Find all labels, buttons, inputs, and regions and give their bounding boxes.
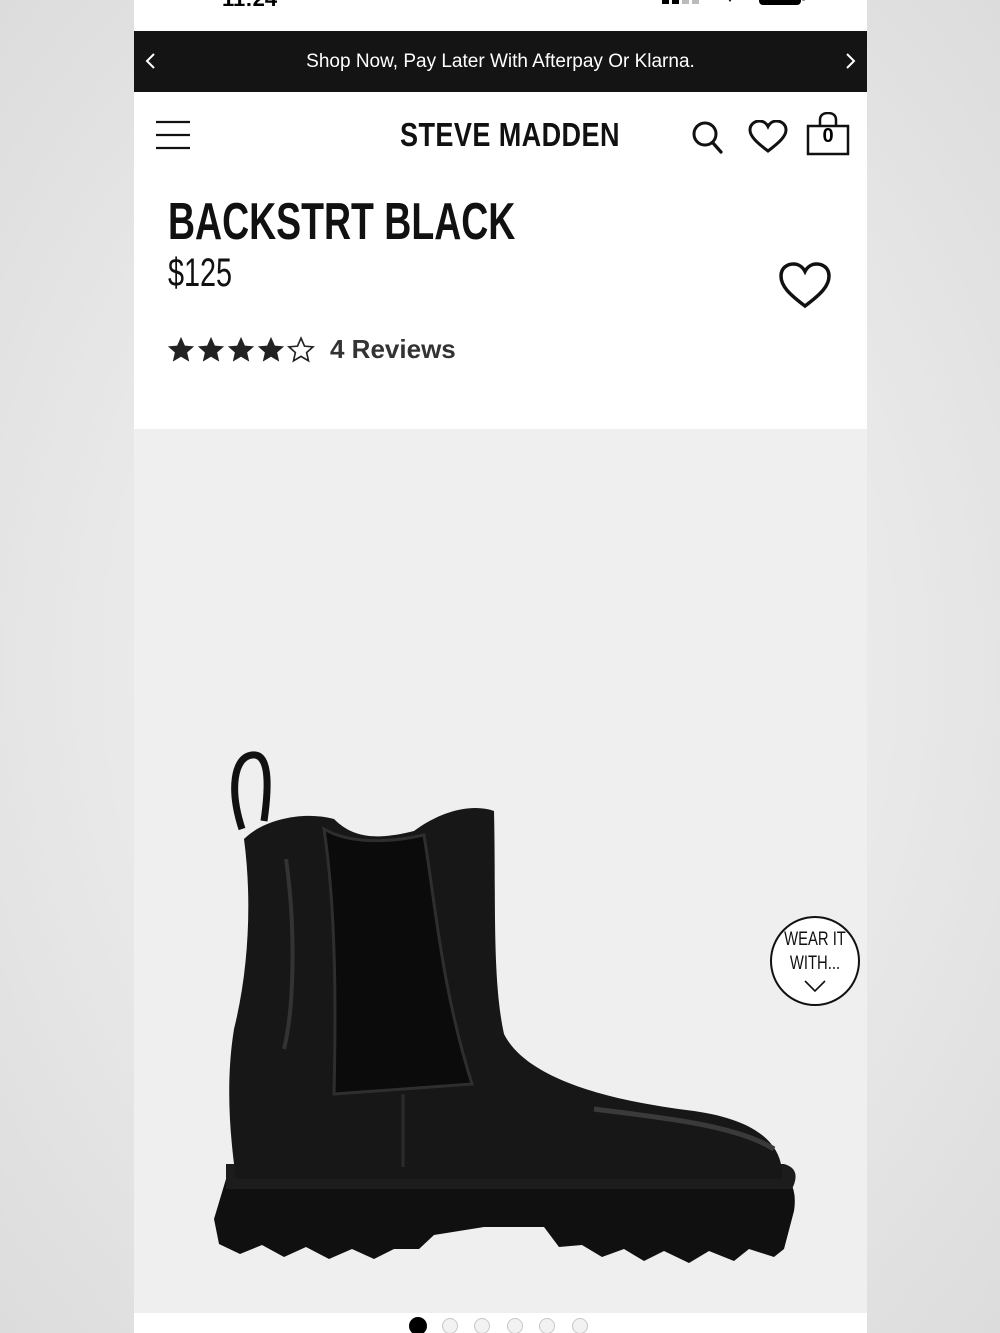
gallery-dot[interactable] — [506, 1318, 523, 1333]
wear-it-line1: WEAR IT — [784, 929, 846, 950]
gallery-pagination — [134, 1313, 867, 1333]
star-empty-icon — [287, 335, 315, 363]
status-bar: 11:24 — [134, 0, 867, 31]
cart-count-badge: 0 — [822, 125, 834, 147]
brand-logo[interactable]: STEVE MADDEN — [400, 116, 620, 154]
star-filled-icon — [167, 336, 195, 362]
battery-icon — [759, 0, 805, 5]
product-price: $125 — [168, 251, 233, 295]
chevron-right-icon[interactable] — [838, 49, 862, 73]
gallery-dot[interactable] — [441, 1318, 458, 1333]
status-time: 11:24 — [222, 0, 277, 12]
product-boot-image — [214, 751, 796, 1263]
chevron-left-icon[interactable] — [139, 49, 163, 73]
wear-it-with-button[interactable]: WEAR IT WITH... — [770, 916, 860, 1006]
heart-icon[interactable] — [748, 120, 788, 154]
add-to-wishlist-heart-icon[interactable] — [778, 262, 832, 310]
search-icon[interactable] — [691, 120, 723, 154]
product-image-gallery[interactable]: WEAR IT WITH... — [134, 429, 867, 1313]
star-filled-icon — [197, 336, 225, 362]
chevron-down-icon — [804, 980, 826, 992]
promo-text: Shop Now, Pay Later With Afterpay Or Kla… — [306, 50, 695, 72]
promo-banner[interactable]: Shop Now, Pay Later With Afterpay Or Kla… — [134, 31, 867, 92]
phone-screen: 11:24 Shop Now, Pay Later With Afterpay … — [134, 0, 867, 1333]
star-filled-icon — [257, 336, 285, 362]
star-filled-icon — [227, 336, 255, 362]
wear-it-line2: WITH... — [789, 953, 841, 974]
star-rating[interactable]: 4 Reviews — [166, 334, 456, 365]
hamburger-menu-icon[interactable] — [156, 120, 190, 150]
site-header: STEVE MADDEN 0 — [134, 92, 867, 180]
product-title: BACKSTRT BLACK — [168, 193, 516, 251]
reviews-link[interactable]: 4 Reviews — [330, 334, 456, 365]
gallery-dot-active[interactable] — [409, 1317, 427, 1333]
wifi-icon — [728, 0, 732, 2]
gallery-dot[interactable] — [539, 1318, 555, 1333]
gallery-dot[interactable] — [474, 1318, 490, 1333]
signal-icon — [662, 0, 699, 4]
gallery-dot[interactable] — [571, 1318, 588, 1333]
wear-it-label: WEAR IT WITH... — [781, 928, 848, 976]
